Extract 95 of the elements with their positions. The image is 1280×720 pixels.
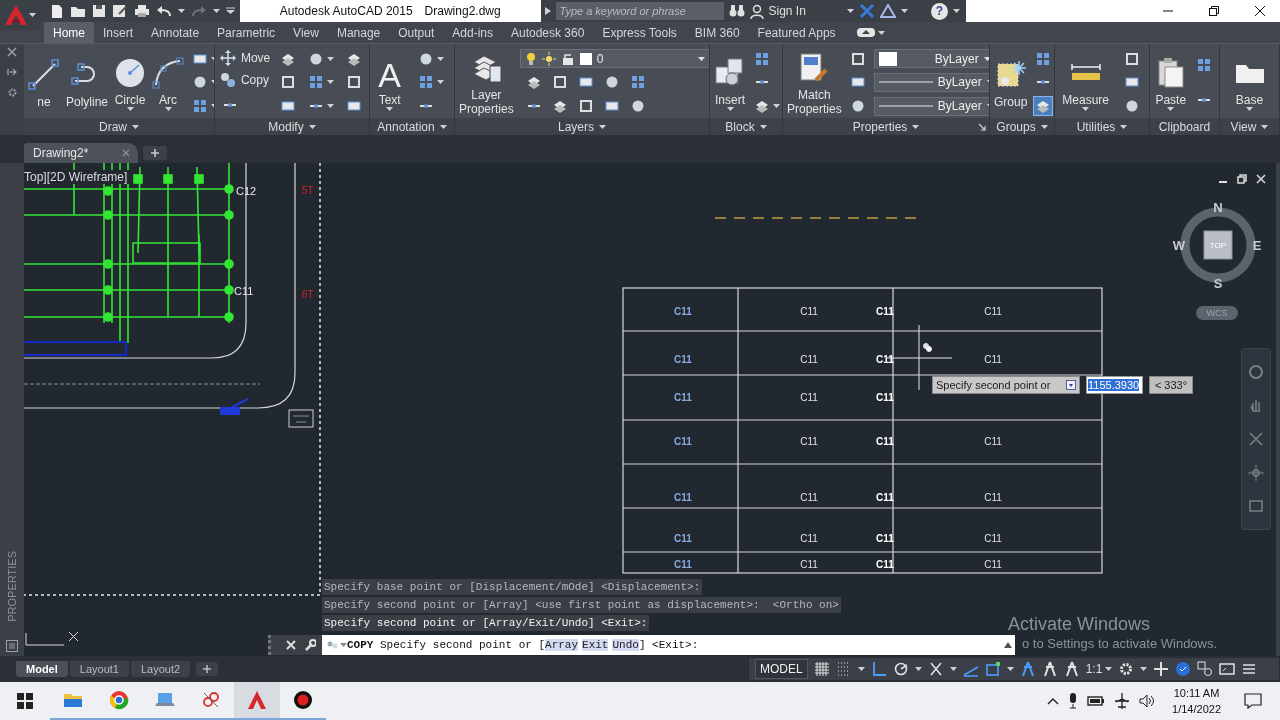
ribbon-tab[interactable]: Annotate — [142, 22, 209, 43]
ribbon-tool[interactable]: Copy — [219, 72, 269, 89]
marker-text: 5T — [302, 185, 314, 196]
ribbon-tab[interactable]: Parametric — [208, 22, 285, 43]
cell-text: C11 — [984, 354, 1002, 365]
marker-text: 6T — [302, 289, 314, 300]
dropdown-field[interactable]: ByLayer — [873, 96, 989, 116]
option-link[interactable]: Undo — [612, 639, 639, 651]
cell-text: C11 — [876, 492, 894, 503]
viewport-label[interactable]: Top][2D Wireframe] — [24, 170, 130, 184]
cell-text: C11 — [800, 392, 818, 403]
cell-text: C11 — [876, 533, 894, 544]
cell-text: C11 — [800, 559, 818, 570]
cell-text: C11 — [984, 436, 1002, 447]
compass-label: E — [1252, 238, 1262, 253]
cell-text: C11 — [984, 559, 1002, 570]
cell-text: C11 — [800, 436, 818, 447]
ribbon-tab[interactable]: Output — [389, 22, 444, 43]
file-tab[interactable]: Drawing2* — [24, 143, 138, 163]
ribbon-tab[interactable]: Manage — [327, 22, 390, 43]
ribbon-tab[interactable]: Express Tools — [593, 22, 686, 43]
search-field[interactable]: Type a keyword or phrase — [555, 2, 724, 20]
ribbon-tab[interactable]: Insert — [94, 22, 143, 43]
sign-in-link[interactable]: Sign In — [768, 4, 806, 18]
compass-label: W — [1173, 238, 1186, 253]
activation-text: o to Settings to activate Windows. — [1022, 636, 1218, 651]
dropdown-field[interactable]: ByLayer — [873, 49, 989, 69]
cell-text: C11 — [876, 436, 894, 447]
cell-text: C11 — [800, 533, 818, 544]
cell-text: C11 — [984, 533, 1002, 544]
layout-tab[interactable]: Layout2 — [130, 661, 191, 677]
ribbon-tool[interactable]: Insert — [714, 54, 746, 111]
cell-text: C11 — [876, 354, 894, 365]
ribbon-tab[interactable]: View — [284, 22, 328, 43]
help-button[interactable]: ? — [930, 2, 948, 20]
ribbon-tool[interactable]: Measure — [1062, 54, 1109, 111]
layout-tab[interactable]: Layout1 — [69, 661, 129, 677]
cell-text: C11 — [674, 559, 692, 570]
option-link[interactable]: Array — [545, 639, 579, 651]
ribbon-tool[interactable]: Layer Properties — [459, 49, 514, 116]
cell-text: C11 — [674, 492, 692, 503]
cell-text: C11 — [674, 354, 692, 365]
ribbon-tool[interactable]: Paste — [1154, 54, 1187, 111]
ribbon-tool[interactable]: Match Properties — [787, 49, 842, 116]
ribbon-tool[interactable]: Circle — [114, 54, 147, 111]
cell-text: C11 — [800, 492, 818, 503]
palette-title[interactable]: PROPERTIES — [6, 551, 18, 622]
command-prompt: ] <Exit>: — [638, 639, 699, 651]
ribbon-tool[interactable]: A Text — [378, 54, 401, 111]
ribbon-tab[interactable]: BIM 360 — [685, 22, 749, 43]
dropdown-field[interactable]: 0 — [519, 49, 709, 68]
cell-text: C11 — [800, 354, 818, 365]
angle-field[interactable]: < 333° — [1149, 376, 1193, 394]
cell-text: C11 — [674, 436, 692, 447]
cell-text: C11 — [984, 492, 1002, 503]
cell-text: C11 — [674, 392, 692, 403]
dropdown-field[interactable]: ByLayer — [873, 73, 989, 92]
grid-label: C11 — [234, 285, 254, 297]
clock-date[interactable]: 1/14/2022 — [1172, 701, 1221, 717]
panel-title[interactable]: Draw — [99, 119, 139, 134]
panel-title[interactable]: Layers — [558, 119, 606, 134]
cell-text: C11 — [674, 306, 692, 317]
activation-title: Activate Windows — [1008, 613, 1152, 635]
ribbon-tool[interactable]: Arc — [152, 54, 185, 111]
layout-tab[interactable]: Model — [16, 661, 68, 677]
option-link[interactable]: Exit — [582, 639, 609, 651]
app-title: Autodesk AutoCAD 2015 — [279, 4, 413, 18]
command-prompt: COPY Specify second point or [ — [347, 639, 546, 651]
distance-field[interactable]: 1155.3930 — [1086, 376, 1143, 394]
command-line-field[interactable]: COPY Specify second point or [Array Exit Undo] <Exit>: — [322, 635, 1015, 655]
viewcube-label: TOP — [1209, 241, 1227, 250]
ribbon-tab[interactable]: Home — [44, 22, 94, 43]
cell-text: C11 — [876, 559, 894, 570]
ribbon-tool[interactable]: ne — [28, 56, 60, 109]
cell-text: C11 — [984, 306, 1002, 317]
cell-text: C11 — [876, 306, 894, 317]
cell-text: C11 — [876, 392, 894, 403]
ribbon-tool[interactable]: Polyline — [66, 56, 109, 109]
ribbon-tool[interactable]: Base — [1233, 54, 1266, 111]
scale-button[interactable]: 1:1 — [1085, 662, 1113, 676]
file-name: Drawing2.dwg — [424, 4, 501, 18]
ribbon-tab[interactable]: Featured Apps — [748, 22, 845, 43]
grid-label: C12 — [236, 185, 257, 197]
model-button[interactable]: MODEL — [755, 659, 808, 679]
ribbon-tool[interactable]: Group — [994, 56, 1028, 109]
tooltip-text: Specify second point or — [936, 379, 1051, 391]
ribbon-tab[interactable]: Add-ins — [443, 22, 502, 43]
letter-icon: A — [378, 56, 401, 93]
ribbon-tab[interactable]: Autodesk 360 — [502, 22, 594, 43]
clock-time[interactable]: 10:11 AM — [1173, 685, 1220, 701]
compass-label: S — [1213, 276, 1223, 291]
ribbon-tool[interactable]: Move — [219, 50, 271, 67]
compass-label: N — [1213, 200, 1223, 215]
cell-text: C11 — [800, 306, 818, 317]
cell-text: C11 — [674, 533, 692, 544]
